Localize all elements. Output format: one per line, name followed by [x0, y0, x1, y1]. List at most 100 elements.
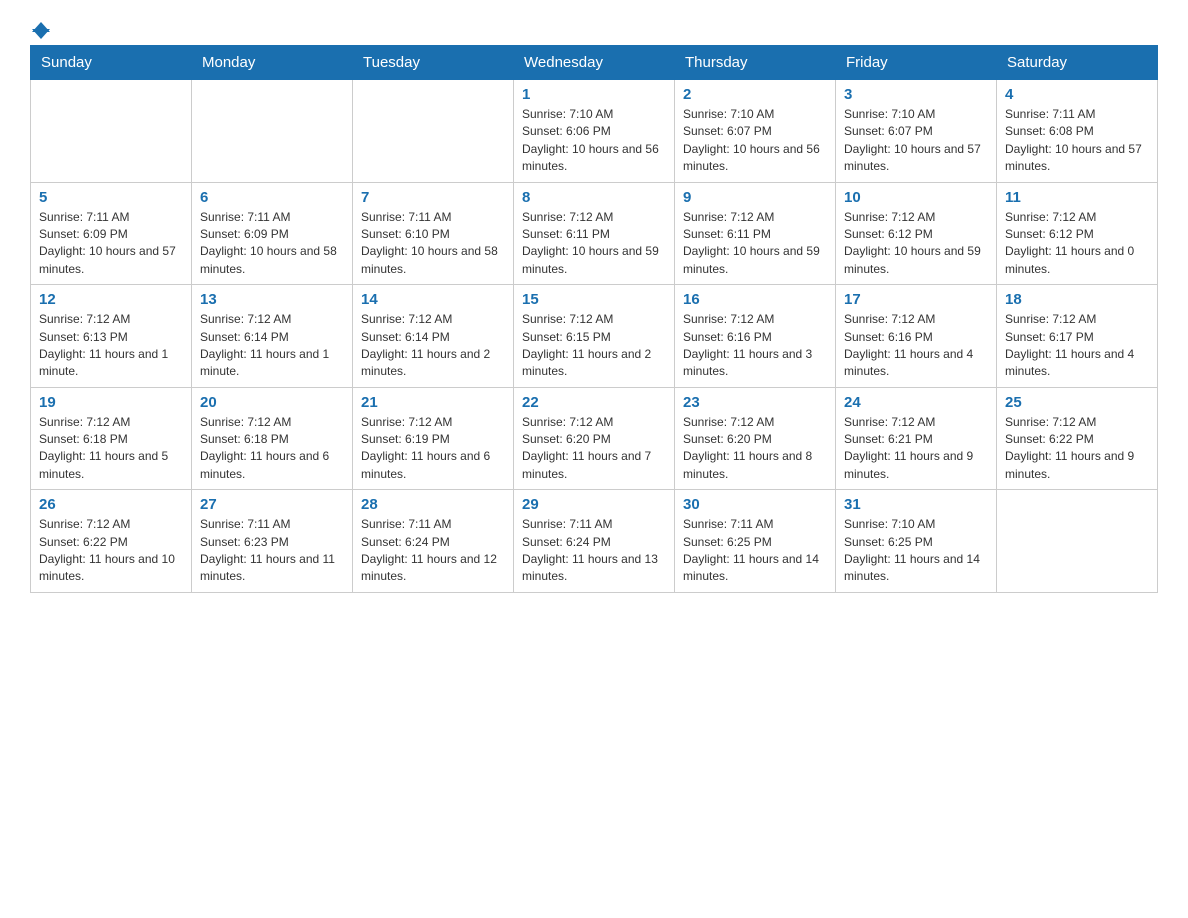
day-info: Sunrise: 7:12 AMSunset: 6:20 PMDaylight:… — [683, 414, 827, 484]
day-number: 30 — [683, 496, 827, 513]
header-wednesday: Wednesday — [514, 46, 675, 80]
day-cell: 7Sunrise: 7:11 AMSunset: 6:10 PMDaylight… — [353, 182, 514, 285]
day-number: 15 — [522, 291, 666, 308]
day-cell — [192, 80, 353, 183]
day-info: Sunrise: 7:12 AMSunset: 6:11 PMDaylight:… — [522, 209, 666, 279]
day-info: Sunrise: 7:10 AMSunset: 6:07 PMDaylight:… — [844, 106, 988, 176]
day-cell: 6 Sunrise: 7:11 AMSunset: 6:09 PMDaylight… — [192, 182, 353, 285]
day-cell: 8 Sunrise: 7:12 AMSunset: 6:11 PMDaylight… — [514, 182, 675, 285]
day-number: 10 — [844, 189, 988, 206]
day-info: Sunrise: 7:12 AMSunset: 6:16 PMDaylight:… — [844, 311, 988, 381]
day-number: 20 — [200, 394, 344, 411]
header — [30, 20, 1158, 35]
day-info: Sunrise: 7:12 AMSunset: 6:22 PMDaylight:… — [1005, 414, 1149, 484]
day-number: 17 — [844, 291, 988, 308]
day-number: 2 — [683, 86, 827, 103]
day-number: 29 — [522, 496, 666, 513]
week-row-4: 19 Sunrise: 7:12 AMSunset: 6:18 PMDayligh… — [31, 387, 1158, 490]
day-cell — [997, 490, 1158, 593]
calendar: SundayMondayTuesdayWednesdayThursdayFrid… — [30, 45, 1158, 593]
day-cell: 2 Sunrise: 7:10 AMSunset: 6:07 PMDaylight… — [675, 80, 836, 183]
day-info: Sunrise: 7:12 AMSunset: 6:18 PMDaylight:… — [39, 414, 183, 484]
day-number: 16 — [683, 291, 827, 308]
day-info: Sunrise: 7:12 AMSunset: 6:20 PMDaylight:… — [522, 414, 666, 484]
day-number: 3 — [844, 86, 988, 103]
day-cell: 19 Sunrise: 7:12 AMSunset: 6:18 PMDayligh… — [31, 387, 192, 490]
day-cell: 20Sunrise: 7:12 AMSunset: 6:18 PMDayligh… — [192, 387, 353, 490]
day-cell: 31 Sunrise: 7:10 AMSunset: 6:25 PMDayligh… — [836, 490, 997, 593]
day-number: 4 — [1005, 86, 1149, 103]
day-cell: 22 Sunrise: 7:12 AMSunset: 6:20 PMDayligh… — [514, 387, 675, 490]
day-cell: 15 Sunrise: 7:12 AMSunset: 6:15 PMDayligh… — [514, 285, 675, 388]
day-number: 18 — [1005, 291, 1149, 308]
day-info: Sunrise: 7:11 AMSunset: 6:23 PMDaylight:… — [200, 516, 344, 586]
day-info: Sunrise: 7:12 AMSunset: 6:19 PMDaylight:… — [361, 414, 505, 484]
day-number: 9 — [683, 189, 827, 206]
day-cell: 28 Sunrise: 7:11 AMSunset: 6:24 PMDayligh… — [353, 490, 514, 593]
day-number: 24 — [844, 394, 988, 411]
day-cell: 24 Sunrise: 7:12 AMSunset: 6:21 PMDayligh… — [836, 387, 997, 490]
day-number: 5 — [39, 189, 183, 206]
day-info: Sunrise: 7:11 AMSunset: 6:24 PMDaylight:… — [361, 516, 505, 586]
day-number: 19 — [39, 394, 183, 411]
day-info: Sunrise: 7:11 AMSunset: 6:25 PMDaylight:… — [683, 516, 827, 586]
day-info: Sunrise: 7:12 AMSunset: 6:21 PMDaylight:… — [844, 414, 988, 484]
day-number: 26 — [39, 496, 183, 513]
day-info: Sunrise: 7:12 AMSunset: 6:17 PMDaylight:… — [1005, 311, 1149, 381]
week-row-5: 26 Sunrise: 7:12 AMSunset: 6:22 PMDayligh… — [31, 490, 1158, 593]
day-number: 6 — [200, 189, 344, 206]
day-cell: 13 Sunrise: 7:12 AMSunset: 6:14 PMDayligh… — [192, 285, 353, 388]
day-number: 21 — [361, 394, 505, 411]
day-cell: 21 Sunrise: 7:12 AMSunset: 6:19 PMDayligh… — [353, 387, 514, 490]
calendar-header-row: SundayMondayTuesdayWednesdayThursdayFrid… — [31, 46, 1158, 80]
day-info: Sunrise: 7:12 AMSunset: 6:15 PMDaylight:… — [522, 311, 666, 381]
day-number: 22 — [522, 394, 666, 411]
day-info: Sunrise: 7:10 AMSunset: 6:25 PMDaylight:… — [844, 516, 988, 586]
day-info: Sunrise: 7:12 AMSunset: 6:16 PMDaylight:… — [683, 311, 827, 381]
header-friday: Friday — [836, 46, 997, 80]
day-cell: 27 Sunrise: 7:11 AMSunset: 6:23 PMDayligh… — [192, 490, 353, 593]
day-cell: 17 Sunrise: 7:12 AMSunset: 6:16 PMDayligh… — [836, 285, 997, 388]
day-number: 1 — [522, 86, 666, 103]
day-info: Sunrise: 7:12 AMSunset: 6:12 PMDaylight:… — [844, 209, 988, 279]
day-cell: 30 Sunrise: 7:11 AMSunset: 6:25 PMDayligh… — [675, 490, 836, 593]
day-number: 8 — [522, 189, 666, 206]
week-row-2: 5 Sunrise: 7:11 AMSunset: 6:09 PMDaylight… — [31, 182, 1158, 285]
week-row-3: 12Sunrise: 7:12 AMSunset: 6:13 PMDayligh… — [31, 285, 1158, 388]
day-cell: 5Sunrise: 7:11 AMSunset: 6:09 PMDaylight… — [31, 182, 192, 285]
day-number: 7 — [361, 189, 505, 206]
day-number: 14 — [361, 291, 505, 308]
day-info: Sunrise: 7:10 AMSunset: 6:07 PMDaylight:… — [683, 106, 827, 176]
day-cell: 1 Sunrise: 7:10 AMSunset: 6:06 PMDaylight… — [514, 80, 675, 183]
day-info: Sunrise: 7:12 AMSunset: 6:11 PMDaylight:… — [683, 209, 827, 279]
header-thursday: Thursday — [675, 46, 836, 80]
day-info: Sunrise: 7:12 AMSunset: 6:14 PMDaylight:… — [200, 311, 344, 381]
day-cell: 25 Sunrise: 7:12 AMSunset: 6:22 PMDayligh… — [997, 387, 1158, 490]
day-cell: 10 Sunrise: 7:12 AMSunset: 6:12 PMDayligh… — [836, 182, 997, 285]
day-number: 12 — [39, 291, 183, 308]
header-saturday: Saturday — [997, 46, 1158, 80]
day-info: Sunrise: 7:12 AMSunset: 6:22 PMDaylight:… — [39, 516, 183, 586]
day-info: Sunrise: 7:12 AMSunset: 6:12 PMDaylight:… — [1005, 209, 1149, 279]
logo — [30, 20, 50, 35]
day-number: 23 — [683, 394, 827, 411]
day-number: 25 — [1005, 394, 1149, 411]
day-info: Sunrise: 7:12 AMSunset: 6:14 PMDaylight:… — [361, 311, 505, 381]
day-cell — [353, 80, 514, 183]
day-cell: 16 Sunrise: 7:12 AMSunset: 6:16 PMDayligh… — [675, 285, 836, 388]
day-cell: 12Sunrise: 7:12 AMSunset: 6:13 PMDayligh… — [31, 285, 192, 388]
week-row-1: 1 Sunrise: 7:10 AMSunset: 6:06 PMDaylight… — [31, 80, 1158, 183]
header-tuesday: Tuesday — [353, 46, 514, 80]
day-cell: 3 Sunrise: 7:10 AMSunset: 6:07 PMDaylight… — [836, 80, 997, 183]
day-number: 28 — [361, 496, 505, 513]
day-number: 13 — [200, 291, 344, 308]
day-number: 27 — [200, 496, 344, 513]
header-sunday: Sunday — [31, 46, 192, 80]
day-info: Sunrise: 7:10 AMSunset: 6:06 PMDaylight:… — [522, 106, 666, 176]
day-info: Sunrise: 7:11 AMSunset: 6:08 PMDaylight:… — [1005, 106, 1149, 176]
day-info: Sunrise: 7:11 AMSunset: 6:24 PMDaylight:… — [522, 516, 666, 586]
day-number: 11 — [1005, 189, 1149, 206]
day-info: Sunrise: 7:11 AMSunset: 6:09 PMDaylight:… — [200, 209, 344, 279]
day-number: 31 — [844, 496, 988, 513]
day-cell: 23 Sunrise: 7:12 AMSunset: 6:20 PMDayligh… — [675, 387, 836, 490]
